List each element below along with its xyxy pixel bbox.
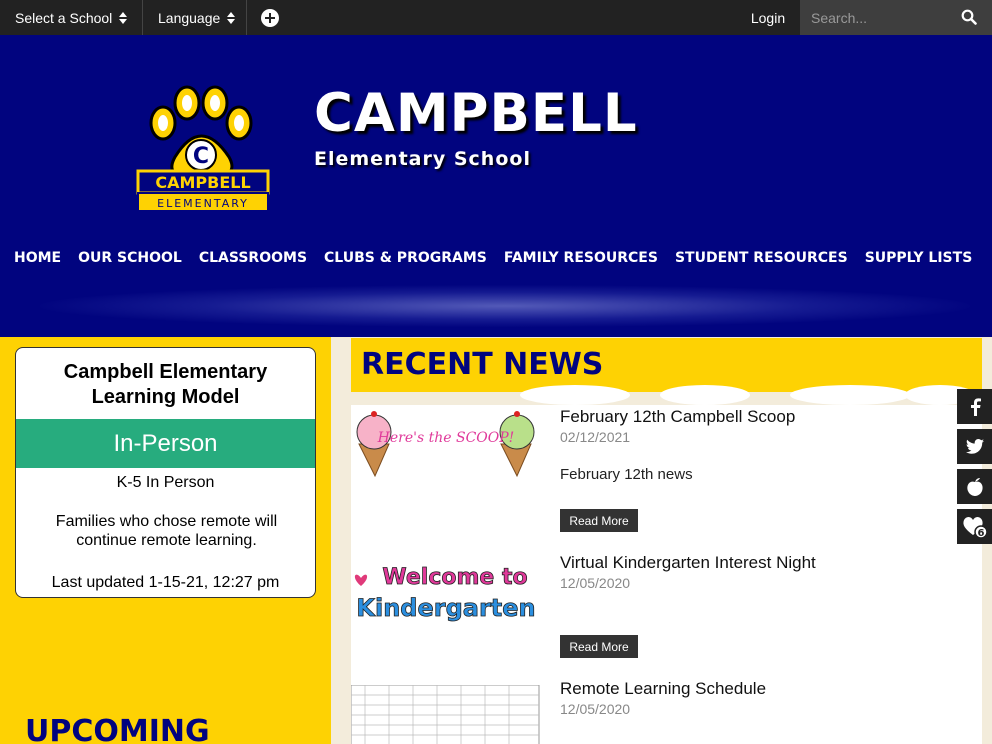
thumbnail-text: Here's the SCOOP! xyxy=(377,430,515,446)
news-date: 12/05/2020 xyxy=(560,701,631,717)
news-title[interactable]: Virtual Kindergarten Interest Night xyxy=(560,553,816,573)
language-select-label: Language xyxy=(158,9,221,26)
school-select-label: Select a School xyxy=(15,9,113,26)
learning-model-note: Families who chose remote will continue … xyxy=(55,513,278,549)
peachjar-button[interactable] xyxy=(957,469,992,504)
nav-item-supply-lists[interactable]: SUPPLY LISTS xyxy=(865,250,973,266)
cloud-decoration xyxy=(790,385,910,405)
updown-icon xyxy=(227,11,236,24)
recent-news-banner: RECENT NEWS xyxy=(351,338,982,392)
logo-text-main: CAMPBELL xyxy=(155,173,250,192)
site-subtitle: Elementary School xyxy=(314,148,531,170)
learning-model-title-line1: Campbell Elementary xyxy=(63,361,268,383)
paw-logo[interactable]: C CAMPBELL ELEMENTARY xyxy=(135,85,271,215)
sidebar: Campbell Elementary Learning Model In-Pe… xyxy=(0,337,331,744)
news-summary: February 12th news xyxy=(560,466,693,483)
nav-item-home[interactable]: HOME xyxy=(14,250,61,266)
nav-item-student-resources[interactable]: STUDENT RESOURCES xyxy=(675,250,848,266)
read-more-button[interactable]: Read More xyxy=(560,509,638,532)
twitter-icon xyxy=(965,439,984,454)
site-title[interactable]: CAMPBELL xyxy=(314,83,638,144)
learning-model-updated: Last updated 1-15-21, 12:27 pm xyxy=(51,574,280,591)
recent-news-heading: RECENT NEWS xyxy=(361,347,604,382)
school-select[interactable]: Select a School xyxy=(0,0,143,35)
heart-icon: 6 xyxy=(962,516,988,539)
upcoming-heading: UPCOMING xyxy=(25,714,210,744)
news-title[interactable]: Remote Learning Schedule xyxy=(560,679,766,699)
updown-icon xyxy=(119,11,128,24)
utility-bar: Select a School Language Login xyxy=(0,0,992,35)
thumbnail-text-line1: Welcome to xyxy=(382,565,527,590)
favorites-count: 6 xyxy=(977,528,984,539)
news-title[interactable]: February 12th Campbell Scoop xyxy=(560,407,795,427)
main-nav: HOME OUR SCHOOL CLASSROOMS CLUBS & PROGR… xyxy=(14,250,972,266)
nav-glow-divider xyxy=(40,285,970,327)
thumbnail-text-line2: Kindergarten xyxy=(356,594,535,622)
site-header: C CAMPBELL ELEMENTARY CAMPBELL Elementar… xyxy=(0,35,992,337)
news-thumbnail[interactable]: Here's the SCOOP! xyxy=(351,408,541,478)
facebook-icon xyxy=(970,397,981,416)
facebook-button[interactable] xyxy=(957,389,992,424)
news-thumbnail[interactable] xyxy=(351,685,541,744)
news-thumbnail[interactable]: Welcome to Kindergarten xyxy=(351,556,541,626)
nav-item-family-resources[interactable]: FAMILY RESOURCES xyxy=(504,250,658,266)
social-rail: 6 xyxy=(957,389,992,549)
search-icon[interactable] xyxy=(961,9,977,25)
search-box xyxy=(800,0,992,35)
learning-model-grades: K-5 In Person xyxy=(116,474,215,491)
cloud-decoration xyxy=(660,385,750,405)
search-input[interactable] xyxy=(800,0,950,35)
news-list: Here's the SCOOP! February 12th Campbell… xyxy=(351,405,982,744)
peach-icon xyxy=(966,477,983,496)
news-date: 12/05/2020 xyxy=(560,575,631,591)
quick-links-button[interactable] xyxy=(247,0,293,35)
learning-model-title: Campbell Elementary Learning Model xyxy=(16,360,315,410)
language-select[interactable]: Language xyxy=(143,0,247,35)
cloud-decoration xyxy=(520,385,630,405)
logo-letter: C xyxy=(193,144,209,169)
learning-model-card: Campbell Elementary Learning Model In-Pe… xyxy=(15,347,316,598)
learning-model-title-line2: Learning Model xyxy=(91,386,240,408)
nav-item-our-school[interactable]: OUR SCHOOL xyxy=(78,250,182,266)
nav-item-clubs-programs[interactable]: CLUBS & PROGRAMS xyxy=(324,250,487,266)
twitter-button[interactable] xyxy=(957,429,992,464)
nav-item-classrooms[interactable]: CLASSROOMS xyxy=(199,250,307,266)
news-date: 02/12/2021 xyxy=(560,429,631,445)
read-more-button[interactable]: Read More xyxy=(560,635,638,658)
logo-text-sub: ELEMENTARY xyxy=(157,197,249,210)
learning-model-status: In-Person xyxy=(16,419,315,468)
favorites-button[interactable]: 6 xyxy=(957,509,992,544)
plus-circle-icon xyxy=(261,8,279,27)
login-link[interactable]: Login xyxy=(737,0,799,35)
